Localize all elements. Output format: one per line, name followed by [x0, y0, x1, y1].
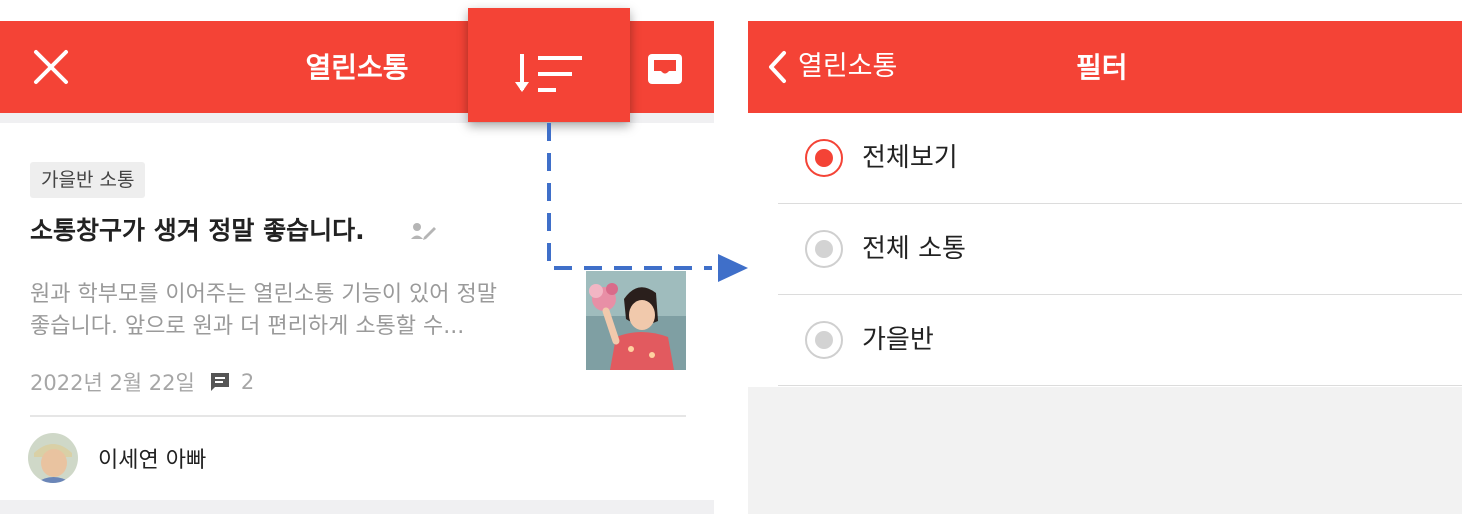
back-button[interactable]: 열린소통	[764, 47, 897, 87]
post-date: 2022년 2월 22일	[30, 371, 195, 395]
radio-button-selected[interactable]	[805, 139, 843, 177]
radio-button[interactable]	[805, 321, 843, 359]
comment-count: 2	[240, 370, 255, 394]
communication-list-screen: 열린소통 가을반 소통 소통창구가 생겨 정말 좋습니다. 원과 학부모를 이어…	[0, 0, 714, 514]
avatar	[28, 433, 78, 483]
radio-button[interactable]	[805, 230, 843, 268]
post-preview: 원과 학부모를 이어주는 열린소통 기능이 있어 정말 좋습니다. 앞으로 원과…	[30, 279, 565, 343]
page-title: 열린소통	[305, 51, 409, 84]
filter-option-all[interactable]: 전체보기	[778, 113, 1462, 204]
pencil-icon	[411, 223, 436, 240]
post-card[interactable]: 가을반 소통 소통창구가 생겨 정말 좋습니다. 원과 학부모를 이어주는 열린…	[0, 123, 714, 500]
inbox-button[interactable]	[646, 52, 684, 86]
filter-option-all-communication[interactable]: 전체 소통	[778, 204, 1462, 295]
author-row[interactable]: 이세연 아빠	[28, 431, 206, 485]
sort-button[interactable]	[468, 8, 630, 122]
post-preview-line: 좋습니다. 앞으로 원과 더 편리하게 소통할 수...	[30, 314, 465, 339]
post-meta: 2022년 2월 22일 2	[30, 366, 254, 398]
post-title: 소통창구가 생겨 정말 좋습니다.	[30, 216, 365, 245]
comment-icon	[210, 373, 229, 391]
back-label: 열린소통	[798, 51, 898, 82]
post-preview-line: 원과 학부모를 이어주는 열린소통 기능이 있어 정말	[30, 282, 498, 307]
class-tag: 가을반 소통	[30, 162, 146, 198]
chevron-left-icon	[769, 51, 786, 83]
sort-icon	[515, 54, 582, 92]
filter-option-autumn-class[interactable]: 가을반	[778, 295, 1462, 386]
filter-option-label: 가을반	[862, 325, 934, 355]
list-spacer	[0, 500, 714, 514]
post-thumbnail[interactable]	[586, 271, 686, 370]
filter-screen: 열린소통 필터 전체보기 전체 소통 가을반	[748, 0, 1462, 514]
page-title: 필터	[1076, 51, 1128, 84]
child-photo	[586, 271, 686, 370]
author-name: 이세연 아빠	[98, 448, 207, 473]
filter-option-label: 전체보기	[862, 143, 958, 173]
empty-area	[748, 387, 1462, 514]
filter-list: 전체보기 전체 소통 가을반	[778, 113, 1462, 386]
divider	[30, 415, 686, 417]
filter-option-label: 전체 소통	[862, 234, 966, 264]
app-header: 열린소통 필터	[748, 21, 1462, 113]
inbox-icon	[648, 54, 682, 84]
